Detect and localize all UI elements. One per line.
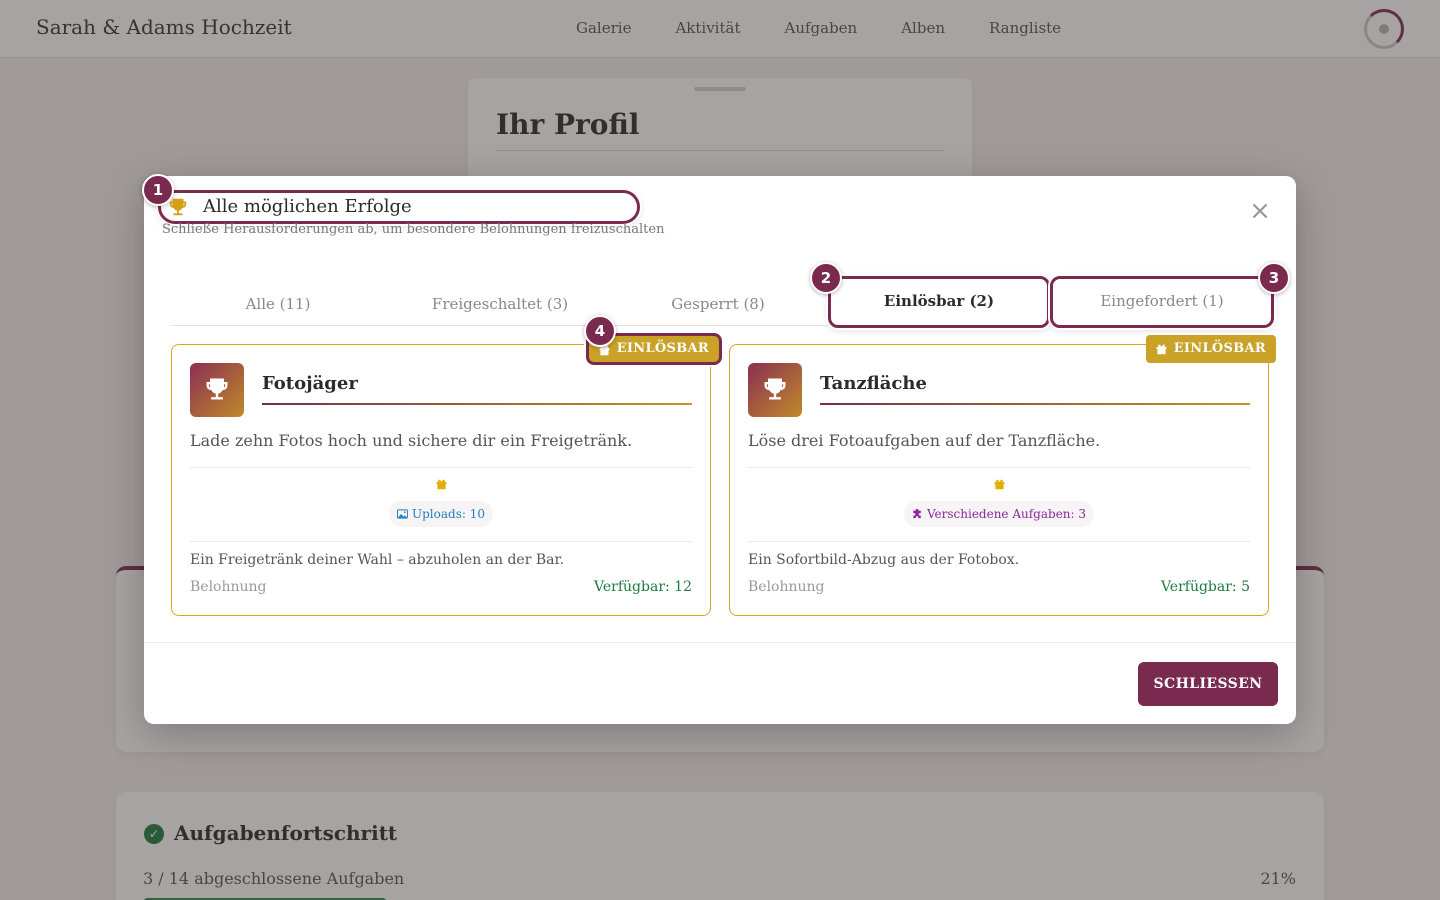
modal-header: Alle möglichen Erfolge xyxy=(158,190,640,224)
achievement-name: Tanzfläche xyxy=(820,373,927,394)
puzzle-icon xyxy=(913,509,921,519)
modal-subtitle: Schließe Herausforderungen ab, um besond… xyxy=(162,222,665,237)
close-icon[interactable]: × xyxy=(1248,198,1272,224)
trophy-icon xyxy=(206,378,228,400)
gift-icon xyxy=(730,477,1268,493)
annotation-marker-4: 4 xyxy=(584,315,616,347)
tab-gesperrt[interactable]: Gesperrt (8) xyxy=(610,286,826,324)
badge-label: EINLÖSBAR xyxy=(1173,341,1266,356)
reward-label: Belohnung xyxy=(748,579,825,595)
achievement-description: Löse drei Fotoaufgaben auf der Tanzfläch… xyxy=(748,431,1101,450)
badge-label: EINLÖSBAR xyxy=(616,341,709,356)
reward-text: Ein Sofortbild-Abzug aus der Fotobox. xyxy=(748,552,1020,568)
tab-alle[interactable]: Alle (11) xyxy=(170,286,386,324)
criterion-chip: Uploads: 10 xyxy=(389,501,493,527)
criterion-label: Uploads: 10 xyxy=(412,507,485,521)
title-underline xyxy=(820,403,1250,405)
criterion-chip: Verschiedene Aufgaben: 3 xyxy=(903,501,1095,527)
divider xyxy=(748,541,1250,542)
annotation-marker-2: 2 xyxy=(810,262,842,294)
achievement-card[interactable]: EINLÖSBAR Tanzfläche Löse drei Fotoaufga… xyxy=(729,335,1276,616)
reward-label: Belohnung xyxy=(190,579,267,595)
annotation-marker-1: 1 xyxy=(142,174,174,206)
achievement-card[interactable]: EINLÖSBAR Fotojäger Lade zehn Fotos hoch… xyxy=(171,333,722,616)
modal-title: Alle möglichen Erfolge xyxy=(203,196,412,217)
image-icon xyxy=(397,509,409,519)
gift-icon xyxy=(1156,344,1167,355)
achievement-name: Fotojäger xyxy=(262,373,358,394)
reward-availability: Verfügbar: 12 xyxy=(594,579,692,595)
achievements-modal: Alle möglichen Erfolge Schließe Herausfo… xyxy=(144,176,1296,724)
gift-icon xyxy=(172,477,710,493)
criterion-label: Verschiedene Aufgaben: 3 xyxy=(926,507,1087,521)
footer-divider xyxy=(144,642,1296,643)
title-underline xyxy=(262,403,692,405)
divider xyxy=(748,467,1250,468)
close-button[interactable]: SCHLIESSEN xyxy=(1138,662,1278,706)
annotation-marker-3: 3 xyxy=(1258,262,1290,294)
divider xyxy=(190,467,692,468)
tab-eingefordert[interactable]: Eingefordert (1) xyxy=(1050,276,1274,328)
reward-text: Ein Freigetränk deiner Wahl – abzuholen … xyxy=(190,552,565,568)
divider xyxy=(190,541,692,542)
tab-einloesbar[interactable]: Einlösbar (2) xyxy=(828,276,1050,328)
achievement-description: Lade zehn Fotos hoch und sichere dir ein… xyxy=(190,431,633,450)
achievement-tabs: Alle (11) Freigeschaltet (3) Gesperrt (8… xyxy=(170,276,1274,328)
trophy-icon xyxy=(764,378,786,400)
reward-availability: Verfügbar: 5 xyxy=(1160,579,1250,595)
achievement-trophy-icon xyxy=(190,363,244,417)
tab-freigeschaltet[interactable]: Freigeschaltet (3) xyxy=(392,286,608,324)
redeemable-badge[interactable]: EINLÖSBAR xyxy=(1145,335,1276,363)
achievement-trophy-icon xyxy=(748,363,802,417)
